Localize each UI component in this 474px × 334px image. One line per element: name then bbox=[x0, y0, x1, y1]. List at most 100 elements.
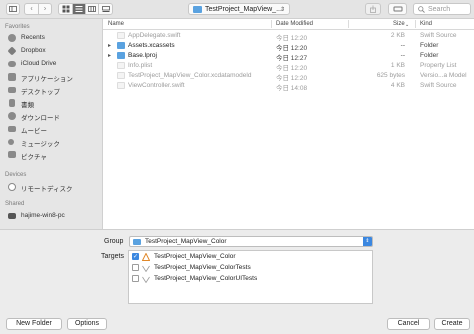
file-list-header: Name Date Modified Size ⌄ Kind bbox=[103, 19, 474, 30]
new-folder-button[interactable]: New Folder bbox=[6, 318, 62, 330]
chevron-right-icon: › bbox=[43, 5, 47, 13]
disclosure-triangle-icon[interactable]: ▸ bbox=[108, 52, 111, 59]
share-button[interactable] bbox=[365, 3, 381, 15]
folder-icon bbox=[193, 6, 202, 13]
icon-view-button[interactable] bbox=[59, 4, 72, 14]
sidebar-item-label: デスクトップ bbox=[21, 89, 60, 96]
sidebar-item-dropbox[interactable]: Dropbox bbox=[6, 46, 101, 56]
file-row-appdelegate[interactable]: AppDelegate.swift 今日 12:20 2 KB Swift So… bbox=[103, 31, 474, 42]
file-row-base-lproj[interactable]: ▸ Base.lproj 今日 12:27 -- Folder bbox=[103, 51, 474, 62]
sidebar-item-label: Recents bbox=[21, 34, 45, 41]
search-placeholder: Search bbox=[428, 6, 451, 13]
file-kind: Swift Source bbox=[420, 32, 457, 39]
file-size: 1 KB bbox=[390, 62, 405, 69]
sidebar-item-label: リモートディスク bbox=[21, 186, 73, 193]
target-checkbox[interactable]: ✓ bbox=[132, 253, 139, 260]
create-button[interactable]: Create bbox=[434, 318, 470, 330]
forward-button[interactable]: › bbox=[38, 4, 51, 14]
devices-header: Devices bbox=[5, 172, 27, 178]
sidebar-item-music[interactable]: ミュージック bbox=[6, 137, 101, 148]
target-label: TestProject_MapView_Color bbox=[154, 253, 236, 260]
sidebar-toggle-button[interactable] bbox=[6, 3, 20, 15]
cloud-icon bbox=[8, 61, 16, 67]
file-date: 今日 14:08 bbox=[276, 85, 308, 92]
tag-icon bbox=[393, 6, 402, 12]
shared-header: Shared bbox=[5, 201, 25, 207]
sidebar-item-desktop[interactable]: デスクトップ bbox=[6, 85, 101, 96]
search-icon bbox=[418, 6, 425, 13]
list-icon bbox=[75, 6, 83, 12]
sidebar-item-label: ダウンロード bbox=[21, 115, 60, 122]
file-list: Name Date Modified Size ⌄ Kind AppDelega… bbox=[103, 19, 474, 229]
sidebar-item-icloud-drive[interactable]: iCloud Drive bbox=[6, 59, 101, 69]
target-row[interactable]: TestProject_MapView_ColorTests bbox=[129, 263, 372, 273]
sidebar-item-downloads[interactable]: ダウンロード bbox=[6, 111, 101, 122]
sidebar-item-label: Dropbox bbox=[21, 47, 46, 54]
target-checkbox[interactable] bbox=[132, 264, 139, 271]
file-kind: Folder bbox=[420, 42, 439, 49]
sidebar-item-hajime-win8-pc[interactable]: hajime-win8-pc bbox=[6, 211, 101, 221]
column-view-button[interactable] bbox=[85, 4, 98, 14]
targets-label: Targets bbox=[101, 253, 124, 260]
music-icon bbox=[8, 139, 14, 145]
navigation-group: ‹ › bbox=[24, 3, 52, 15]
sidebar-item-recents[interactable]: Recents bbox=[6, 33, 101, 43]
file-row-info-plist[interactable]: Info.plist 今日 12:20 1 KB Property List bbox=[103, 61, 474, 72]
sidebar: Favorites Recents Dropbox iCloud Drive ア… bbox=[0, 19, 103, 229]
pc-icon bbox=[8, 213, 16, 219]
sidebar-item-label: 書類 bbox=[21, 102, 34, 109]
column-header-name[interactable]: Name bbox=[108, 21, 124, 27]
sidebar-item-label: アプリケーション bbox=[21, 76, 73, 83]
sidebar-item-remote-disc[interactable]: リモートディスク bbox=[6, 182, 101, 193]
sidebar-item-applications[interactable]: アプリケーション bbox=[6, 72, 101, 83]
tags-button[interactable] bbox=[388, 3, 407, 15]
target-row[interactable]: ✓ TestProject_MapView_Color bbox=[129, 252, 372, 262]
file-name: AppDelegate.swift bbox=[128, 32, 181, 39]
search-field[interactable]: Search bbox=[413, 3, 471, 15]
gallery-icon bbox=[101, 6, 110, 12]
file-row-xcdatamodeld[interactable]: TestProject_MapView_Color.xcdatamodeld 今… bbox=[103, 71, 474, 82]
updown-chevron-icon: ⇕ bbox=[279, 7, 285, 13]
file-name: Base.lproj bbox=[128, 52, 157, 59]
file-row-viewcontroller[interactable]: ViewController.swift 今日 14:08 4 KB Swift… bbox=[103, 81, 474, 92]
sidebar-item-label: ムービー bbox=[21, 128, 47, 135]
sidebar-item-label: iCloud Drive bbox=[21, 60, 57, 67]
column-header-size[interactable]: Size bbox=[393, 21, 405, 27]
group-popup[interactable]: TestProject_MapView_Color ⇕ bbox=[129, 236, 373, 247]
toolbar: ‹ › TestProject_MapView_... ⇕ Search bbox=[0, 0, 474, 19]
movie-icon bbox=[8, 126, 16, 132]
sidebar-item-movies[interactable]: ムービー bbox=[6, 124, 101, 135]
updown-chevron-icon: ⇕ bbox=[363, 237, 372, 246]
columns-icon bbox=[88, 6, 96, 12]
options-button[interactable]: Options bbox=[67, 318, 107, 330]
sort-chevron-icon: ⌄ bbox=[405, 22, 410, 28]
download-icon bbox=[8, 112, 16, 120]
back-button[interactable]: ‹ bbox=[25, 4, 38, 14]
file-name: ViewController.swift bbox=[128, 82, 185, 89]
target-label: TestProject_MapView_ColorUITests bbox=[154, 275, 258, 282]
sidebar-item-documents[interactable]: 書類 bbox=[6, 98, 101, 109]
file-size: 4 KB bbox=[390, 82, 405, 89]
column-header-date[interactable]: Date Modified bbox=[276, 21, 313, 27]
file-name: Info.plist bbox=[128, 62, 153, 69]
file-name: TestProject_MapView_Color.xcdatamodeld bbox=[128, 72, 252, 79]
path-title: TestProject_MapView_... bbox=[205, 6, 282, 13]
target-row[interactable]: TestProject_MapView_ColorUITests bbox=[129, 274, 372, 284]
sidebar-item-pictures[interactable]: ピクチャ bbox=[6, 150, 101, 161]
path-popup[interactable]: TestProject_MapView_... ⇕ bbox=[188, 3, 290, 15]
target-checkbox[interactable] bbox=[132, 275, 139, 282]
file-kind: Swift Source bbox=[420, 82, 457, 89]
sidebar-item-label: ピクチャ bbox=[21, 154, 47, 161]
cancel-button[interactable]: Cancel bbox=[387, 318, 430, 330]
disc-icon bbox=[8, 183, 16, 191]
folder-icon bbox=[117, 52, 125, 59]
disclosure-triangle-icon[interactable]: ▸ bbox=[108, 42, 111, 49]
list-view-button[interactable] bbox=[72, 4, 85, 14]
dropbox-icon bbox=[7, 46, 17, 56]
file-row-assets[interactable]: ▸ Assets.xcassets 今日 12:20 -- Folder bbox=[103, 41, 474, 52]
chevron-left-icon: ‹ bbox=[30, 5, 33, 13]
gallery-view-button[interactable] bbox=[98, 4, 112, 14]
column-header-kind[interactable]: Kind bbox=[420, 21, 432, 27]
sidebar-item-label: hajime-win8-pc bbox=[21, 212, 65, 219]
column-divider bbox=[415, 20, 416, 28]
